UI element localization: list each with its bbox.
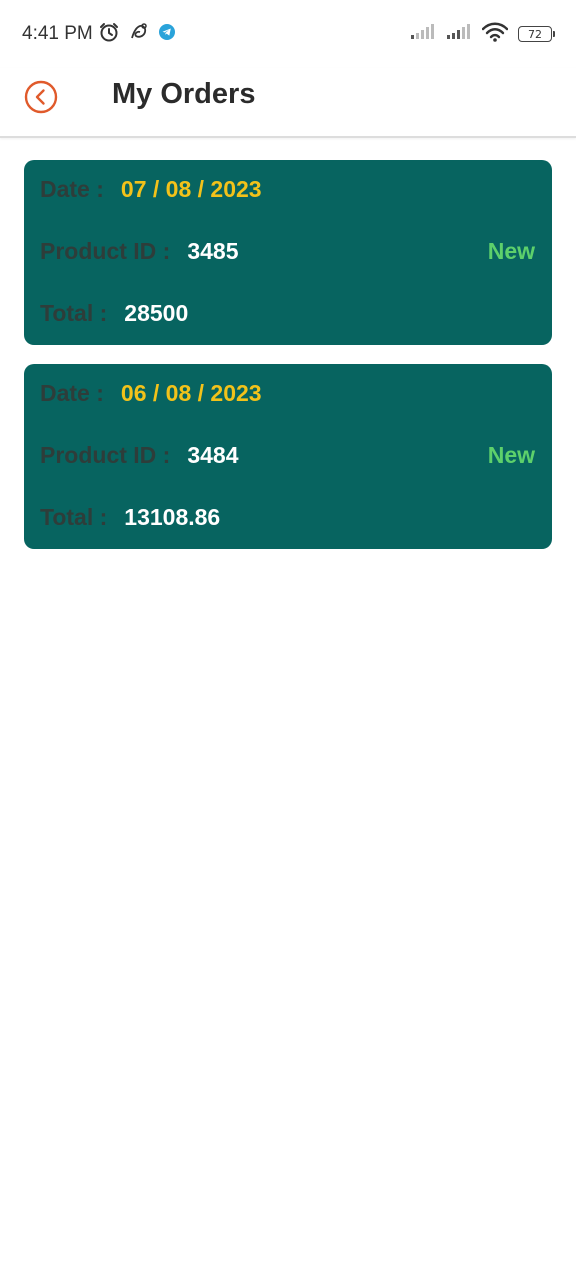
alarm-icon	[98, 21, 120, 48]
order-total-row: Total : 28500	[40, 300, 535, 327]
date-value: 06 / 08 / 2023	[120, 380, 262, 406]
date-label: Date :	[40, 176, 104, 202]
order-card[interactable]: Date : 07 / 08 / 2023 Product ID : 3485 …	[24, 160, 552, 345]
app-header: My Orders	[0, 68, 576, 138]
date-label: Date :	[40, 380, 104, 406]
order-status-badge: New	[487, 442, 535, 468]
order-status-badge: New	[487, 238, 535, 264]
product-id-label: Product ID :	[40, 442, 171, 468]
status-time: 4:41 PM	[22, 23, 93, 44]
wifi-icon	[481, 22, 509, 47]
order-product-row: Product ID : 3485 New	[40, 238, 535, 265]
battery-icon: 72	[518, 26, 555, 42]
notification-app-icon	[128, 21, 150, 48]
order-card[interactable]: Date : 06 / 08 / 2023 Product ID : 3484 …	[24, 364, 552, 549]
product-id-label: Product ID :	[40, 238, 171, 264]
product-id-value: 3484	[187, 442, 239, 468]
signal-2-icon	[446, 23, 472, 45]
status-icons-left	[98, 22, 176, 46]
signal-1-icon	[410, 23, 436, 45]
status-bar: 4:41 PM 72	[0, 0, 576, 68]
order-product-row: Product ID : 3484 New	[40, 442, 535, 469]
back-arrow-icon[interactable]	[24, 80, 58, 114]
date-value: 07 / 08 / 2023	[120, 176, 262, 202]
total-label: Total :	[40, 300, 108, 326]
orders-list: Date : 07 / 08 / 2023 Product ID : 3485 …	[24, 160, 552, 549]
order-total-row: Total : 13108.86	[40, 504, 535, 531]
status-icons-right: 72	[410, 22, 555, 47]
total-value: 13108.86	[124, 504, 221, 530]
total-label: Total :	[40, 504, 108, 530]
product-id-value: 3485	[187, 238, 239, 264]
order-date-row: Date : 06 / 08 / 2023	[40, 380, 535, 407]
telegram-icon	[158, 23, 176, 46]
page-title: My Orders	[112, 78, 256, 110]
order-date-row: Date : 07 / 08 / 2023	[40, 176, 535, 203]
battery-level: 72	[528, 27, 542, 41]
total-value: 28500	[124, 300, 189, 326]
